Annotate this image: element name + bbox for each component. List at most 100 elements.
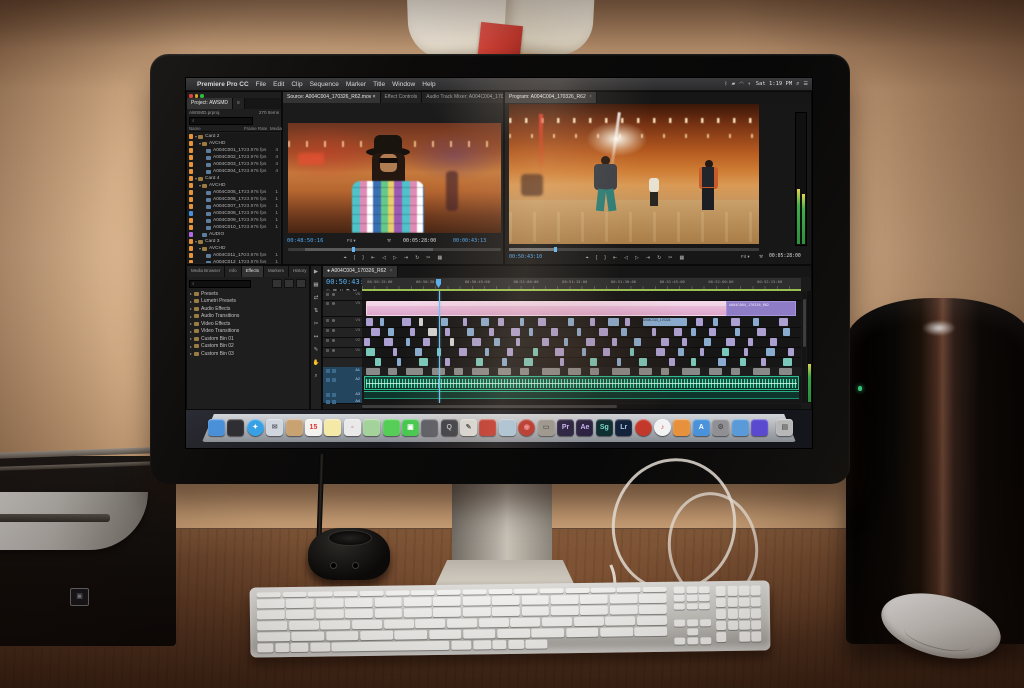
keyboard-key[interactable] bbox=[566, 628, 599, 637]
timeline-clip[interactable] bbox=[634, 338, 641, 346]
wifi-icon[interactable]: ◠ bbox=[739, 81, 743, 87]
timeline-clip[interactable] bbox=[507, 348, 513, 356]
menu-item-edit[interactable]: Edit bbox=[273, 81, 284, 88]
keyboard-key[interactable] bbox=[514, 589, 538, 594]
timeline-clip[interactable] bbox=[402, 318, 412, 326]
timeline-clip[interactable] bbox=[502, 358, 506, 366]
transport-button-8[interactable]: ✂ bbox=[668, 255, 672, 261]
dock-icon-maps[interactable] bbox=[363, 419, 380, 436]
keyboard-key[interactable] bbox=[699, 586, 710, 593]
timeline-clip[interactable] bbox=[612, 338, 616, 346]
menu-item-help[interactable]: Help bbox=[422, 81, 435, 88]
project-row[interactable]: A004C006_17032623.976 fps1 bbox=[188, 196, 280, 203]
track-lock-icon[interactable] bbox=[326, 339, 329, 342]
dock-icon-trash[interactable]: ▤ bbox=[776, 419, 793, 436]
keyboard-key[interactable] bbox=[308, 591, 332, 596]
volume-knob[interactable] bbox=[328, 530, 372, 546]
filmstrip-segment[interactable] bbox=[753, 368, 771, 375]
transport-button-6[interactable]: ⇥ bbox=[404, 255, 408, 261]
timeline-clip[interactable] bbox=[560, 358, 564, 366]
keyboard-key[interactable] bbox=[716, 609, 727, 619]
project-row[interactable]: A004C008_17032623.976 fps1 bbox=[188, 210, 280, 217]
audio-track-a3-empty[interactable] bbox=[362, 398, 801, 403]
dock-icon-textedit[interactable]: ✎ bbox=[460, 419, 477, 436]
program-video[interactable] bbox=[509, 104, 759, 244]
keyboard-key[interactable] bbox=[447, 618, 477, 627]
timeline-clip[interactable] bbox=[757, 328, 766, 336]
project-row[interactable]: A004C011_17032623.976 fps1 bbox=[188, 252, 280, 259]
twirl-icon[interactable]: ▸ bbox=[190, 351, 192, 356]
tab-markers[interactable]: Markers bbox=[264, 266, 289, 277]
keyboard-key[interactable] bbox=[415, 619, 445, 628]
timeline-clip[interactable] bbox=[489, 328, 493, 336]
keyboard-key[interactable] bbox=[739, 620, 750, 630]
transport-button-1[interactable]: { bbox=[354, 255, 356, 261]
keyboard-key[interactable] bbox=[716, 632, 727, 642]
keyboard-key[interactable] bbox=[345, 598, 373, 607]
timeline-clip[interactable] bbox=[709, 328, 716, 336]
transport-button-3[interactable]: ⇤ bbox=[613, 255, 617, 261]
timeline-clip[interactable] bbox=[731, 318, 740, 326]
twirl-icon[interactable]: ▸ bbox=[190, 336, 192, 341]
source-wrench-icon[interactable]: ⚒ bbox=[387, 238, 391, 244]
effects-item-audio-effects[interactable]: ▸Audio Effects bbox=[190, 305, 307, 313]
keyboard-key[interactable] bbox=[332, 641, 450, 652]
track-visibility-icon[interactable] bbox=[332, 329, 335, 332]
timeline-clip[interactable] bbox=[783, 328, 790, 336]
close-tab-icon[interactable]: × bbox=[390, 268, 393, 274]
twirl-icon[interactable]: ▾ bbox=[199, 183, 201, 188]
filmstrip-segment[interactable] bbox=[709, 368, 722, 375]
transport-button-1[interactable]: { bbox=[596, 255, 598, 261]
timeline-clip[interactable] bbox=[788, 348, 794, 356]
filmstrip-segment[interactable] bbox=[612, 368, 630, 375]
effects-item-custom-bin-03[interactable]: ▸Custom Bin 03 bbox=[190, 350, 307, 358]
keyboard-key[interactable] bbox=[542, 617, 572, 626]
timeline-clip[interactable] bbox=[617, 358, 621, 366]
audio-solo-chip[interactable] bbox=[332, 378, 336, 382]
spotlight-icon[interactable]: ⌕ bbox=[796, 81, 799, 88]
keyboard-key[interactable] bbox=[286, 599, 314, 608]
effects-item-video-effects[interactable]: ▸Video Effects bbox=[190, 320, 307, 328]
timeline-clip[interactable] bbox=[450, 338, 454, 346]
timeline-clip[interactable] bbox=[423, 338, 430, 346]
tab-program[interactable]: Program: A004C004_170326_R62 × bbox=[505, 92, 597, 103]
audio-mute-chip[interactable] bbox=[326, 378, 330, 382]
project-row[interactable]: A004C009_17032623.976 fps1 bbox=[188, 217, 280, 224]
track-header-v5[interactable]: V5 bbox=[323, 300, 362, 317]
timeline-clip[interactable] bbox=[748, 338, 752, 346]
tool-rolling-edit[interactable]: ⇅ bbox=[311, 305, 321, 318]
timeline-clip[interactable] bbox=[555, 348, 564, 356]
project-row[interactable]: A004C010_17032623.976 fps1 bbox=[188, 224, 280, 231]
menu-item-clip[interactable]: Clip bbox=[291, 81, 302, 88]
keyboard-key[interactable] bbox=[451, 641, 471, 650]
timeline-clip[interactable] bbox=[498, 318, 504, 326]
h-scroll-thumb[interactable] bbox=[362, 405, 617, 408]
timeline-clip[interactable] bbox=[586, 338, 595, 346]
keyboard-key[interactable] bbox=[674, 595, 685, 602]
tool-ripple-edit[interactable]: ⇄ bbox=[311, 292, 321, 305]
project-row[interactable]: A004C002_17032623.976 fps4 bbox=[188, 154, 280, 161]
audio-knob-device[interactable] bbox=[308, 528, 390, 580]
keyboard-key[interactable] bbox=[282, 592, 306, 597]
filmstrip-segment[interactable] bbox=[568, 368, 581, 375]
twirl-icon[interactable]: ▸ bbox=[190, 321, 192, 326]
timeline-clip[interactable] bbox=[696, 318, 703, 326]
dock-icon-system-preferences[interactable]: ⚙ bbox=[712, 419, 729, 436]
transport-button-6[interactable]: ⇥ bbox=[646, 255, 650, 261]
keyboard-key[interactable] bbox=[700, 619, 711, 626]
keyboard-key[interactable] bbox=[479, 618, 509, 627]
keyboard-key[interactable] bbox=[257, 610, 285, 619]
dock-icon-lightroom[interactable]: Lr bbox=[615, 419, 632, 436]
timeline-clip[interactable] bbox=[485, 348, 489, 356]
dock-icon-pixel-app[interactable] bbox=[751, 419, 768, 436]
dock-icon-hard-drive[interactable]: ▭ bbox=[538, 419, 555, 436]
dock-icon-messages[interactable] bbox=[383, 419, 400, 436]
keyboard-key[interactable] bbox=[609, 594, 637, 603]
keyboard-key[interactable] bbox=[433, 597, 461, 606]
timeline-clip[interactable] bbox=[568, 318, 574, 326]
timeline-clip[interactable] bbox=[656, 348, 665, 356]
tab-info[interactable]: Info bbox=[225, 266, 241, 277]
timeline-clip[interactable] bbox=[621, 328, 627, 336]
keyboard-key[interactable] bbox=[728, 621, 739, 631]
keyboard-key[interactable] bbox=[739, 597, 750, 607]
